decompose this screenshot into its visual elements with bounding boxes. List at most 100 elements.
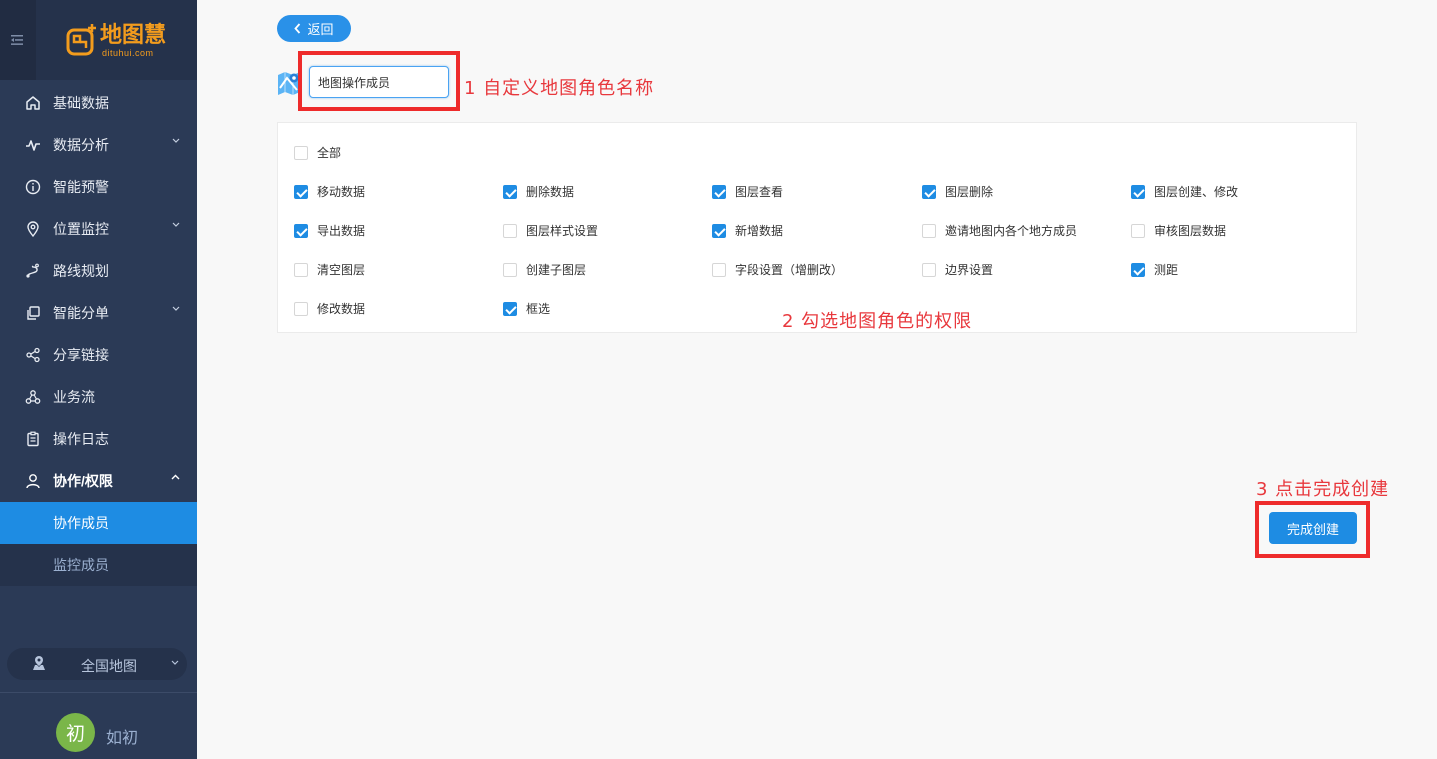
- permission-layer-style-checkbox[interactable]: 图层样式设置: [503, 222, 598, 239]
- user-icon: [24, 472, 42, 490]
- permission-box-select-checkbox[interactable]: 框选: [503, 300, 550, 317]
- sidebar-item-label: 业务流: [53, 389, 95, 405]
- sidebar-item-location-monitor[interactable]: 位置监控: [0, 208, 197, 250]
- workflow-icon: [24, 388, 42, 406]
- permission-label: 图层查看: [735, 185, 784, 199]
- checkbox-box: [922, 262, 936, 277]
- permission-move-data-checkbox[interactable]: 移动数据: [294, 183, 365, 200]
- permission-create-sublayer-checkbox[interactable]: 创建子图层: [503, 261, 586, 278]
- sidebar-menu: 基础数据 数据分析 智能预警 位置监控 路线规划 智能分单 分享链接 业务流 操…: [0, 82, 197, 586]
- checkbox-box: [294, 262, 308, 277]
- permission-boundary-settings-checkbox[interactable]: 边界设置: [922, 261, 993, 278]
- chevron-left-icon: [294, 23, 301, 34]
- permission-label: 图层创建、修改: [1154, 185, 1239, 199]
- checkbox-checked: [712, 184, 726, 199]
- sidebar-item-data-analysis[interactable]: 数据分析: [0, 124, 197, 166]
- permission-export-data-checkbox[interactable]: 导出数据: [294, 222, 365, 239]
- chevron-down-icon: [172, 222, 180, 227]
- permission-layer-create-modify-checkbox[interactable]: 图层创建、修改: [1131, 183, 1238, 200]
- permission-layer-view-checkbox[interactable]: 图层查看: [712, 183, 783, 200]
- checkbox-box: [1131, 223, 1145, 238]
- location-pin-icon: [24, 220, 42, 238]
- sidebar-item-label: 基础数据: [53, 95, 109, 111]
- region-selector[interactable]: 全国地图: [7, 648, 187, 680]
- sidebar-item-basic-data[interactable]: 基础数据: [0, 82, 197, 124]
- back-button[interactable]: 返回: [277, 15, 351, 42]
- annotation-step-3: 3 点击完成创建: [1256, 479, 1390, 500]
- sidebar-item-smart-dispatch[interactable]: 智能分单: [0, 292, 197, 334]
- checkbox-checked: [922, 184, 936, 199]
- annotation-step-1: 1 自定义地图角色名称: [464, 78, 655, 99]
- map-pin-icon: [33, 656, 45, 670]
- permission-measure-distance-checkbox[interactable]: 测距: [1131, 261, 1178, 278]
- sidebar-item-share-link[interactable]: 分享链接: [0, 334, 197, 376]
- home-icon: [24, 94, 42, 112]
- share-icon: [24, 346, 42, 364]
- logo-title: 地图慧: [100, 23, 167, 48]
- route-icon: [24, 262, 42, 280]
- chevron-down-icon: [171, 660, 179, 665]
- permissions-panel: 全部 移动数据 删除数据 图层查看 图层删除 图层创建、修改 导出数据 图层样式…: [277, 122, 1357, 333]
- checkbox-box: [712, 262, 726, 277]
- permission-label: 图层删除: [945, 185, 994, 199]
- permission-label: 测距: [1154, 263, 1179, 277]
- sidebar-item-label: 智能预警: [53, 179, 109, 195]
- analytics-icon: [24, 136, 42, 154]
- region-label: 全国地图: [81, 658, 137, 674]
- annotation-step-2: 2 勾选地图角色的权限: [782, 311, 973, 332]
- logo-mark-icon: [66, 24, 98, 58]
- checkbox-box: [922, 223, 936, 238]
- permission-label: 图层样式设置: [526, 224, 599, 238]
- permission-label: 全部: [317, 146, 342, 160]
- permission-add-data-checkbox[interactable]: 新增数据: [712, 222, 783, 239]
- checkbox-checked: [1131, 184, 1145, 199]
- sidebar-item-label: 位置监控: [53, 221, 109, 237]
- app-logo[interactable]: 地图慧 dituhui.com: [66, 24, 166, 58]
- checkbox-box: [503, 223, 517, 238]
- sidebar-item-workflow[interactable]: 业务流: [0, 376, 197, 418]
- permission-label: 修改数据: [317, 302, 366, 316]
- clipboard-icon: [24, 430, 42, 448]
- permission-label: 清空图层: [317, 263, 366, 277]
- permission-label: 字段设置（增删改）: [735, 263, 844, 277]
- permission-modify-data-checkbox[interactable]: 修改数据: [294, 300, 365, 317]
- chevron-up-icon: [171, 474, 180, 480]
- sidebar-subitem-collaborators[interactable]: 协作成员: [0, 502, 197, 544]
- permission-label: 移动数据: [317, 185, 366, 199]
- permission-review-layer-data-checkbox[interactable]: 审核图层数据: [1131, 222, 1226, 239]
- checkbox-box: [294, 301, 308, 316]
- avatar[interactable]: 初: [56, 713, 95, 752]
- sidebar-subitem-monitors[interactable]: 监控成员: [0, 544, 197, 586]
- sidebar-item-route-planning[interactable]: 路线规划: [0, 250, 197, 292]
- checkbox-checked: [503, 301, 517, 316]
- sidebar: 地图慧 dituhui.com 基础数据 数据分析 智能预警 位置监控 路线规划…: [0, 0, 197, 759]
- permission-invite-members-checkbox[interactable]: 邀请地图内各个地方成员: [922, 222, 1077, 239]
- sidebar-item-operation-log[interactable]: 操作日志: [0, 418, 197, 460]
- sidebar-item-collaboration[interactable]: 协作/权限: [0, 460, 197, 502]
- info-icon: [24, 178, 42, 196]
- permission-label: 边界设置: [945, 263, 994, 277]
- checkbox-checked: [712, 223, 726, 238]
- permission-label: 框选: [526, 302, 551, 316]
- annotation-highlight-name: [298, 51, 460, 111]
- username[interactable]: 如初: [106, 724, 138, 748]
- sidebar-toggle-button[interactable]: [0, 0, 36, 80]
- permission-layer-delete-checkbox[interactable]: 图层删除: [922, 183, 993, 200]
- sidebar-item-label: 智能分单: [53, 305, 109, 321]
- finish-create-button[interactable]: 完成创建: [1269, 512, 1357, 544]
- sidebar-item-label: 操作日志: [53, 431, 109, 447]
- checkbox-checked: [1131, 262, 1145, 277]
- checkbox-box: [294, 145, 308, 160]
- sidebar-item-label: 分享链接: [53, 347, 109, 363]
- permission-label: 新增数据: [735, 224, 784, 238]
- sidebar-divider: [0, 692, 197, 693]
- back-button-label: 返回: [307, 22, 334, 37]
- permission-all-checkbox[interactable]: 全部: [294, 144, 341, 161]
- permission-field-settings-checkbox[interactable]: 字段设置（增删改）: [712, 261, 843, 278]
- chevron-down-icon: [172, 306, 180, 311]
- sidebar-item-smart-alert[interactable]: 智能预警: [0, 166, 197, 208]
- permission-delete-data-checkbox[interactable]: 删除数据: [503, 183, 574, 200]
- collapse-menu-icon: [11, 35, 23, 45]
- permission-clear-layer-checkbox[interactable]: 清空图层: [294, 261, 365, 278]
- checkbox-checked: [503, 184, 517, 199]
